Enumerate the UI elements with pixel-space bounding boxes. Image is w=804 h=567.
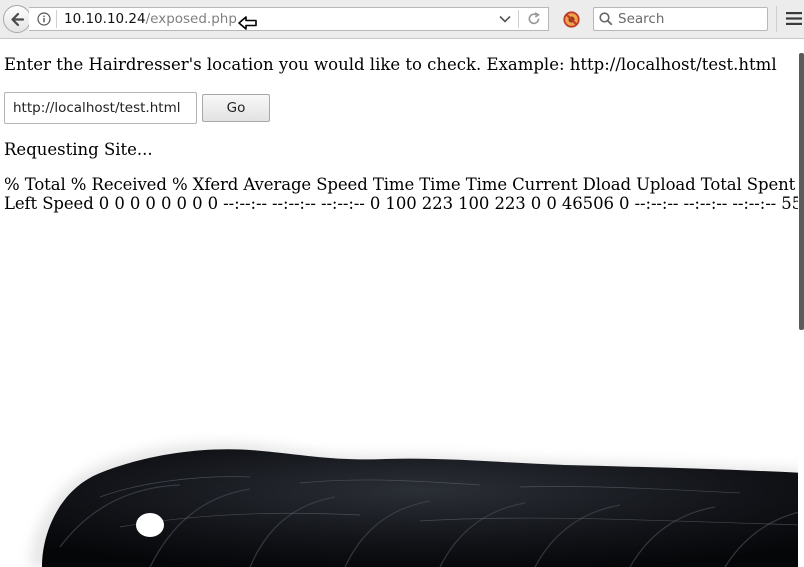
url-path: /exposed.php xyxy=(145,11,237,27)
curl-output-line: % Total % Received % Xferd Average Speed… xyxy=(4,175,796,194)
curl-output-line: Left Speed 0 0 0 0 0 0 0 0 --:--:-- --:-… xyxy=(4,194,804,213)
hamburger-menu-icon[interactable] xyxy=(786,11,802,26)
scrollbar-thumb[interactable] xyxy=(799,53,804,330)
curl-output: % Total % Received % Xferd Average Speed… xyxy=(4,175,804,213)
toolbar-separator xyxy=(776,6,777,32)
blocked-addon-icon[interactable] xyxy=(563,11,580,28)
url-separator xyxy=(518,10,519,28)
url-bar[interactable]: 10.10.10.24/exposed.php xyxy=(29,7,549,31)
search-input[interactable] xyxy=(616,9,768,29)
chevron-down-icon[interactable] xyxy=(499,15,511,23)
braided-hair-image xyxy=(30,443,804,567)
location-input[interactable] xyxy=(4,92,197,124)
status-text: Requesting Site... xyxy=(4,140,153,159)
info-icon[interactable] xyxy=(37,12,51,26)
url-text[interactable]: 10.10.10.24/exposed.php xyxy=(64,10,237,28)
search-icon xyxy=(599,12,613,26)
scrollbar[interactable] xyxy=(798,39,804,567)
search-bar[interactable] xyxy=(593,7,768,31)
back-arrow-icon xyxy=(11,12,25,27)
url-host: 10.10.10.24 xyxy=(64,11,146,27)
location-prompt: Enter the Hairdresser's location you wou… xyxy=(4,55,777,74)
page-content: Enter the Hairdresser's location you wou… xyxy=(0,39,804,567)
browser-toolbar: 10.10.10.24/exposed.php xyxy=(0,0,804,39)
url-divider xyxy=(56,10,57,28)
cursor-arrow-icon xyxy=(238,16,257,30)
reload-icon[interactable] xyxy=(527,12,541,26)
back-button[interactable] xyxy=(3,5,31,33)
go-button[interactable]: Go xyxy=(202,94,270,122)
